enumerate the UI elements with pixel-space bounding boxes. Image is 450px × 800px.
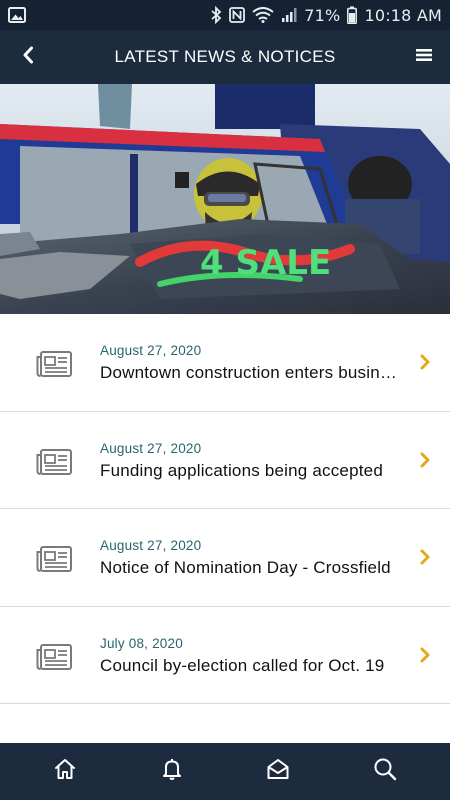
page-title: LATEST NEWS & NOTICES [114, 47, 336, 66]
home-icon [53, 757, 77, 786]
nav-messages-button[interactable] [254, 748, 302, 796]
news-list: August 27, 2020 Downtown construction en… [0, 314, 450, 704]
news-title: Downtown construction enters business di… [100, 363, 402, 382]
search-icon [373, 757, 397, 786]
newspaper-icon [36, 448, 72, 475]
back-button[interactable] [14, 43, 42, 71]
news-date: August 27, 2020 [100, 343, 202, 358]
hamburger-menu-icon [416, 48, 432, 67]
newspaper-icon [36, 351, 72, 377]
nfc-icon [229, 7, 246, 23]
app-header: LATEST NEWS & NOTICES [0, 30, 450, 84]
bottom-nav [0, 743, 450, 800]
news-title: Notice of Nomination Day - Crossfield [100, 558, 391, 577]
signal-icon [281, 7, 297, 23]
bell-icon [160, 757, 184, 786]
chevron-left-icon [21, 46, 35, 69]
news-date: August 27, 2020 [100, 538, 202, 553]
list-item[interactable]: August 27, 2020 Downtown construction en… [0, 314, 450, 412]
nav-home-button[interactable] [41, 748, 89, 796]
list-item[interactable]: August 27, 2020 Funding applications bei… [0, 411, 450, 509]
hero-image: 4 SALE [0, 84, 450, 314]
battery-percent: 71% [304, 5, 341, 25]
news-title: Council by-election called for Oct. 19 [100, 655, 385, 675]
newspaper-icon [36, 643, 72, 670]
envelope-open-icon [266, 757, 290, 786]
news-date: August 27, 2020 [100, 440, 202, 456]
chevron-right-icon [418, 450, 432, 470]
car-spray-text: 4 SALE [200, 243, 331, 283]
status-bar: 71% 10:18 AM [0, 0, 450, 30]
newspaper-icon [36, 546, 72, 572]
gallery-notification-icon [8, 7, 26, 23]
chevron-right-icon [418, 547, 432, 567]
chevron-right-icon [418, 645, 432, 665]
list-item[interactable]: July 08, 2020 Council by-election called… [0, 606, 450, 704]
chevron-right-icon [418, 352, 432, 372]
news-title: Funding applications being accepted [100, 460, 383, 480]
list-item[interactable]: August 27, 2020 Notice of Nomination Day… [0, 509, 450, 607]
nav-search-button[interactable] [361, 748, 409, 796]
news-date: July 08, 2020 [100, 635, 183, 651]
nav-notifications-button[interactable] [148, 748, 196, 796]
wifi-icon [252, 7, 274, 23]
battery-icon [347, 6, 358, 24]
clock: 10:18 AM [364, 5, 442, 25]
menu-button[interactable] [410, 43, 438, 71]
bluetooth-icon [210, 6, 222, 24]
